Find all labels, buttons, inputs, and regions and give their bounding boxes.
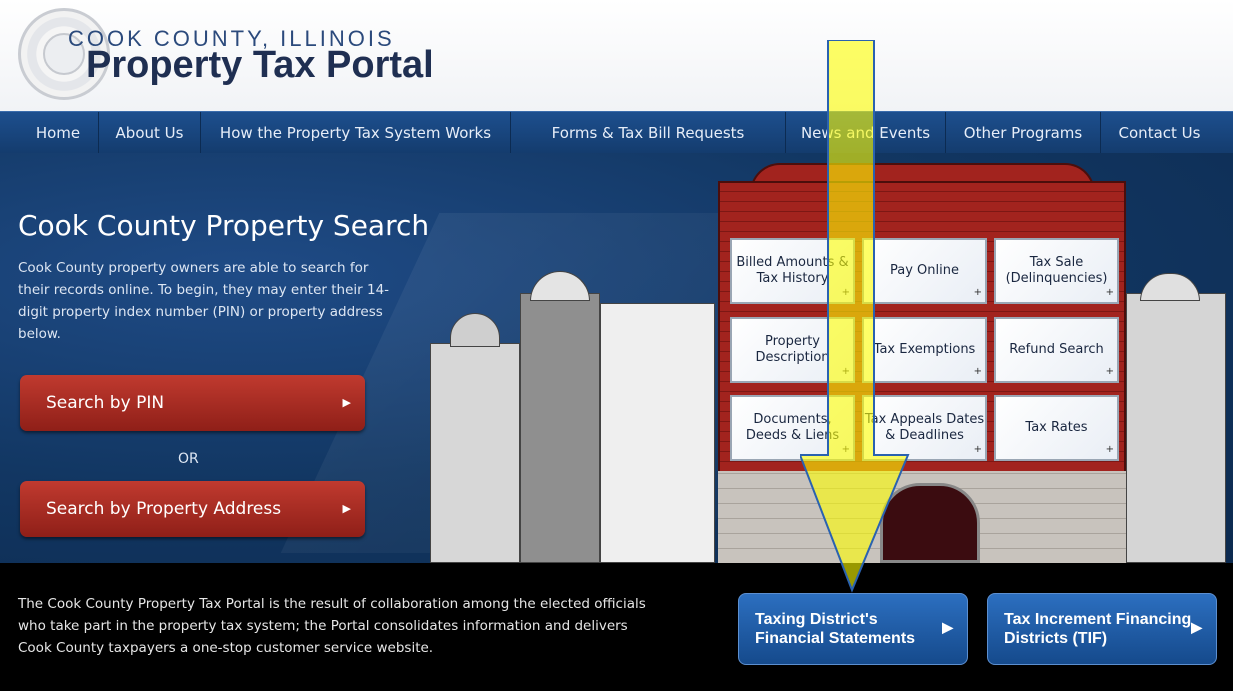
building-white — [600, 303, 715, 563]
taxing-district-label: Taxing District's Financial Statements — [755, 611, 916, 647]
plus-icon: + — [973, 444, 982, 455]
arrow-right-icon: ▶ — [342, 502, 351, 515]
tile-label: Tax Rates — [1025, 420, 1088, 435]
arched-door — [880, 483, 980, 563]
footer-section: The Cook County Property Tax Portal is t… — [0, 563, 1233, 691]
tile-label: Pay Online — [890, 263, 959, 278]
search-by-address-label: Search by Property Address — [46, 499, 282, 519]
main-nav: Home About Us How the Property Tax Syste… — [0, 111, 1233, 154]
tile-tax-appeals[interactable]: Tax Appeals Dates & Deadlines + — [862, 395, 987, 461]
plus-icon: + — [973, 287, 982, 298]
tif-label: Tax Increment Financing Districts (TIF) — [1004, 611, 1192, 647]
site-header: COOK COUNTY, ILLINOIS Property Tax Porta… — [0, 0, 1233, 111]
plus-icon: + — [841, 366, 850, 377]
building-right-roof — [1140, 273, 1200, 301]
arrow-right-icon: ▶ — [942, 619, 953, 635]
tile-label: Documents, Deeds & Liens — [745, 412, 840, 443]
nav-news-events[interactable]: News and Events — [785, 112, 945, 154]
nav-other-programs[interactable]: Other Programs — [945, 112, 1100, 154]
tile-tax-rates[interactable]: Tax Rates + — [994, 395, 1119, 461]
tif-districts-button[interactable]: Tax Increment Financing Districts (TIF) … — [987, 593, 1217, 665]
taxing-district-statements-button[interactable]: Taxing District's Financial Statements ▶ — [738, 593, 968, 665]
hero-title: Cook County Property Search — [18, 209, 430, 242]
or-separator: OR — [178, 451, 199, 467]
hero-description: Cook County property owners are able to … — [18, 260, 390, 342]
tile-label: Tax Appeals Dates & Deadlines — [864, 412, 985, 443]
footer-description: The Cook County Property Tax Portal is t… — [18, 596, 646, 656]
hero-section: Cook County Property Search Cook County … — [0, 153, 1233, 563]
arrow-right-icon: ▶ — [1191, 619, 1202, 635]
building-grey — [430, 343, 520, 563]
tile-tax-sale[interactable]: Tax Sale (Delinquencies) + — [994, 238, 1119, 304]
tile-label: Tax Sale (Delinquencies) — [1005, 255, 1108, 286]
tile-label: Property Description — [755, 334, 830, 365]
search-by-pin-label: Search by PIN — [46, 393, 165, 413]
tile-label: Billed Amounts & Tax History — [736, 255, 849, 286]
tile-refund-search[interactable]: Refund Search + — [994, 317, 1119, 383]
tile-tax-exemptions[interactable]: Tax Exemptions + — [862, 317, 987, 383]
nav-forms-requests[interactable]: Forms & Tax Bill Requests — [510, 112, 785, 154]
nav-contact-us[interactable]: Contact Us — [1100, 112, 1218, 154]
nav-home[interactable]: Home — [18, 112, 98, 154]
tile-label: Tax Exemptions — [873, 342, 976, 357]
plus-icon: + — [841, 444, 850, 455]
site-title[interactable]: Property Tax Portal — [86, 44, 434, 87]
plus-icon: + — [841, 287, 850, 298]
search-by-pin-button[interactable]: Search by PIN ▶ — [20, 375, 365, 431]
arrow-right-icon: ▶ — [342, 396, 351, 409]
building-right — [1126, 293, 1226, 563]
tile-label: Refund Search — [1009, 342, 1104, 357]
search-by-address-button[interactable]: Search by Property Address ▶ — [20, 481, 365, 537]
tile-property-description[interactable]: Property Description + — [730, 317, 855, 383]
tile-pay-online[interactable]: Pay Online + — [862, 238, 987, 304]
nav-how-system-works[interactable]: How the Property Tax System Works — [200, 112, 510, 154]
plus-icon: + — [973, 366, 982, 377]
plus-icon: + — [1105, 366, 1114, 377]
tile-billed-amounts[interactable]: Billed Amounts & Tax History + — [730, 238, 855, 304]
plus-icon: + — [1105, 444, 1114, 455]
plus-icon: + — [1105, 287, 1114, 298]
building-dark — [520, 293, 600, 563]
nav-about-us[interactable]: About Us — [98, 112, 200, 154]
tile-documents-deeds[interactable]: Documents, Deeds & Liens + — [730, 395, 855, 461]
